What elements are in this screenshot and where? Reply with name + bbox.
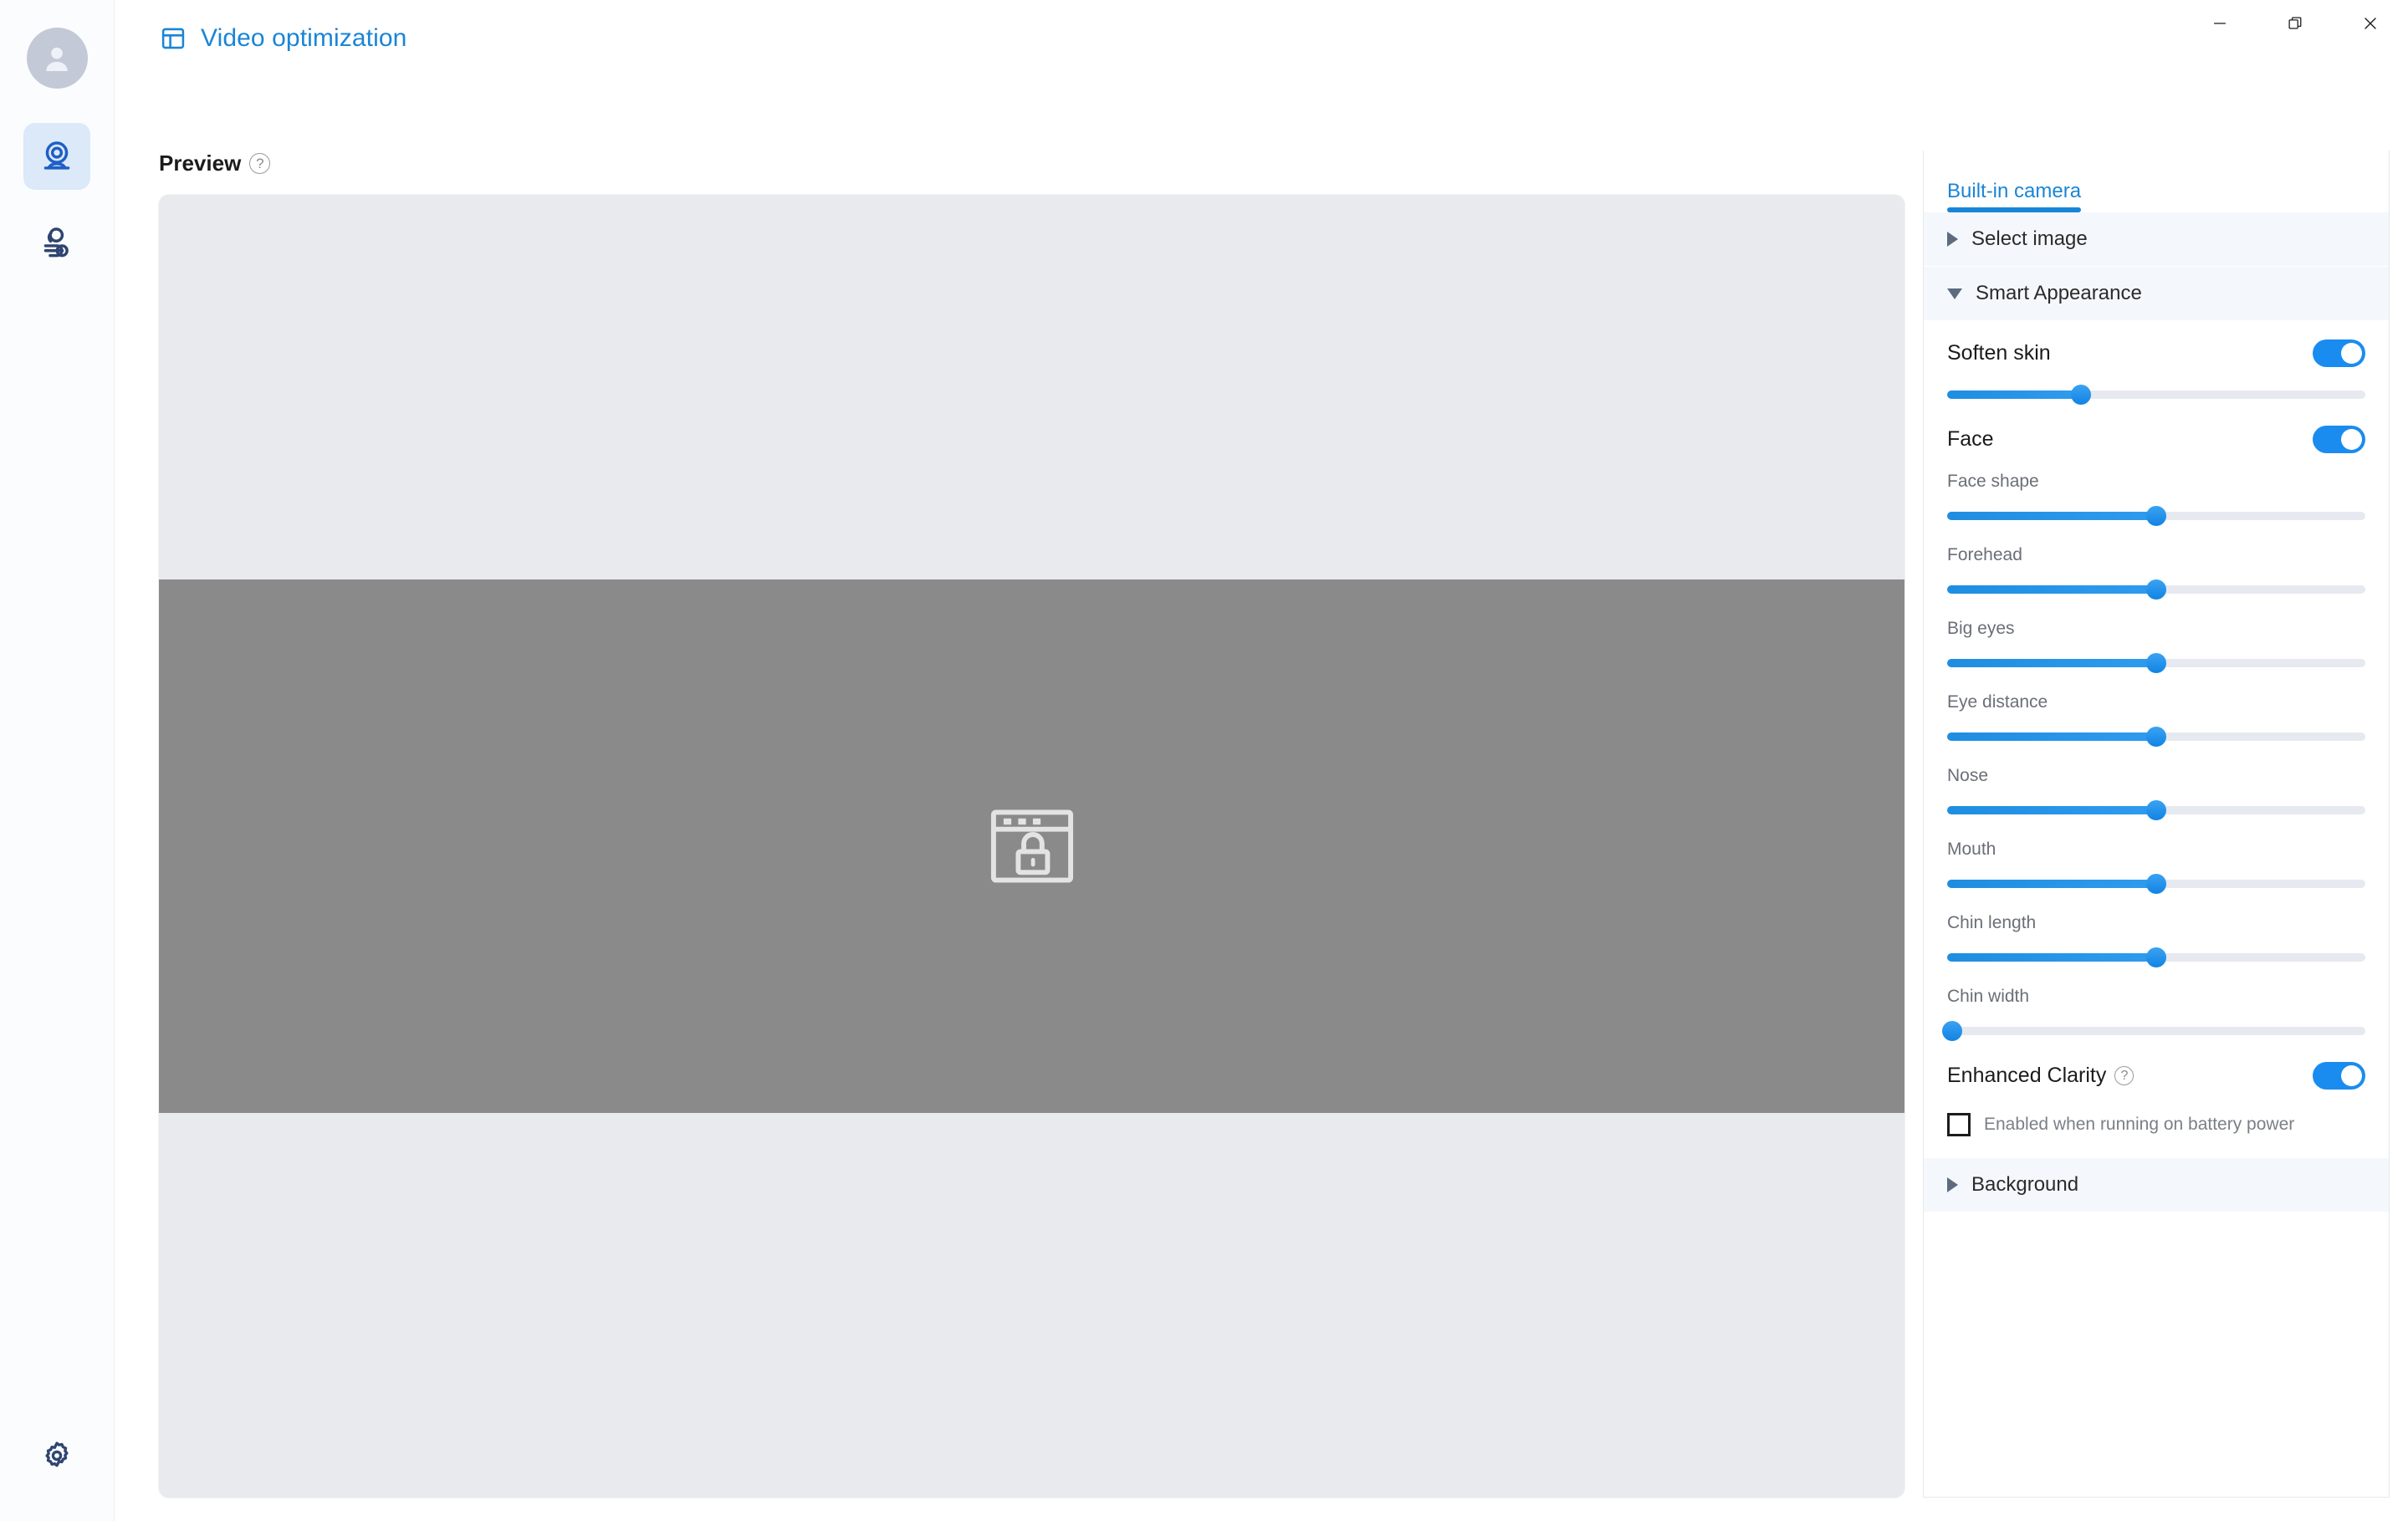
video-placeholder-area xyxy=(159,579,1904,1113)
eye-distance-label: Eye distance xyxy=(1947,692,2048,712)
minimize-icon xyxy=(2213,23,2227,24)
battery-power-checkbox[interactable] xyxy=(1947,1113,1971,1136)
chin-width-slider[interactable] xyxy=(1942,1017,2365,1045)
soften-skin-slider[interactable] xyxy=(1947,380,2365,409)
content-split: Preview ? Built-in camera Select image S… xyxy=(115,70,2408,1521)
slider-fill xyxy=(1947,732,2156,741)
preview-pane: Preview ? xyxy=(115,151,1923,1521)
slider-thumb[interactable] xyxy=(2146,727,2166,747)
slider-fill xyxy=(1947,512,2156,520)
webcam-icon xyxy=(43,141,70,170)
enhanced-clarity-help-icon[interactable]: ? xyxy=(2114,1066,2134,1085)
chin-width-label: Chin width xyxy=(1947,987,2030,1006)
slider-thumb[interactable] xyxy=(2146,947,2166,967)
soften-skin-label: Soften skin xyxy=(1947,341,2051,365)
app-header: Video optimization xyxy=(115,0,2408,70)
mouth-label: Mouth xyxy=(1947,840,1996,859)
battery-power-checkbox-label: Enabled when running on battery power xyxy=(1984,1115,2295,1134)
section-select-image[interactable]: Select image xyxy=(1924,212,2389,267)
preview-help-icon[interactable]: ? xyxy=(249,153,271,174)
big-eyes-label: Big eyes xyxy=(1947,619,2015,638)
row-enhanced-clarity: Enhanced Clarity ? xyxy=(1947,1045,2365,1093)
rail-bottom xyxy=(0,1426,114,1486)
slider-thumb[interactable] xyxy=(2146,800,2166,820)
window-lock-icon xyxy=(990,809,1073,883)
left-rail xyxy=(0,0,115,1521)
soften-skin-toggle[interactable] xyxy=(2313,339,2365,367)
person-effects-icon xyxy=(43,227,69,258)
toggle-knob xyxy=(2341,429,2362,450)
enhanced-clarity-label-wrap: Enhanced Clarity ? xyxy=(1947,1064,2134,1088)
avatar[interactable] xyxy=(26,28,88,89)
preview-box xyxy=(159,195,1904,1498)
forehead-slider[interactable] xyxy=(1947,575,2365,604)
eye-distance-slider[interactable] xyxy=(1947,722,2365,751)
row-face: Face xyxy=(1947,409,2365,457)
smart-appearance-body: Soften skin Face Face shape Forehead Big… xyxy=(1924,321,2389,1158)
chin-length-slider[interactable] xyxy=(1947,943,2365,972)
section-smart-appearance-label: Smart Appearance xyxy=(1976,282,2142,304)
section-smart-appearance[interactable]: Smart Appearance xyxy=(1924,267,2389,321)
enhanced-clarity-toggle[interactable] xyxy=(2313,1062,2365,1090)
sidebar-item-person-effects[interactable] xyxy=(23,210,90,277)
tab-built-in-camera[interactable]: Built-in camera xyxy=(1947,180,2082,212)
nose-label: Nose xyxy=(1947,766,1989,785)
slider-fill xyxy=(1947,880,2156,888)
layout-panel-icon xyxy=(161,28,185,49)
close-button[interactable] xyxy=(2333,0,2408,47)
slider-thumb[interactable] xyxy=(1942,1021,1962,1041)
page-title: Video optimization xyxy=(201,24,407,52)
slider-fill xyxy=(1947,390,2081,399)
slider-track xyxy=(1947,1027,2365,1035)
slider-thumb[interactable] xyxy=(2146,506,2166,526)
slider-thumb[interactable] xyxy=(2146,874,2166,894)
panel-tabs: Built-in camera xyxy=(1924,151,2389,212)
toggle-knob xyxy=(2341,1065,2362,1086)
panel-scroll[interactable]: Select image Smart Appearance Soften ski… xyxy=(1924,212,2389,1497)
main-area: Video optimization Preview ? Built-in ca… xyxy=(115,0,2408,1521)
chevron-down-icon xyxy=(1947,288,1962,299)
chin-length-label: Chin length xyxy=(1947,913,2037,932)
minimize-button[interactable] xyxy=(2182,0,2257,47)
restore-icon xyxy=(2288,17,2302,29)
big-eyes-slider[interactable] xyxy=(1947,649,2365,677)
enhanced-clarity-label: Enhanced Clarity xyxy=(1947,1064,2107,1087)
toggle-knob xyxy=(2341,343,2362,364)
chevron-right-icon xyxy=(1947,1177,1958,1192)
settings-panel: Built-in camera Select image Smart Appea… xyxy=(1923,151,2390,1498)
section-background[interactable]: Background xyxy=(1924,1158,2389,1212)
window-controls xyxy=(2182,0,2408,52)
slider-thumb[interactable] xyxy=(2146,653,2166,673)
face-shape-label: Face shape xyxy=(1947,472,2039,491)
preview-label: Preview xyxy=(159,151,242,176)
app-window: Video optimization Preview ? Built-in ca… xyxy=(0,0,2408,1521)
user-avatar-icon xyxy=(46,47,68,71)
slider-fill xyxy=(1947,585,2156,594)
face-shape-slider[interactable] xyxy=(1947,502,2365,530)
close-icon xyxy=(2365,18,2376,29)
forehead-label: Forehead xyxy=(1947,545,2022,564)
slider-fill xyxy=(1947,953,2156,962)
slider-fill xyxy=(1947,659,2156,667)
slider-thumb[interactable] xyxy=(2071,385,2091,405)
slider-thumb[interactable] xyxy=(2146,579,2166,600)
section-background-label: Background xyxy=(1971,1173,2079,1196)
slider-fill xyxy=(1947,806,2156,814)
preview-header: Preview ? xyxy=(159,151,1904,176)
sidebar-item-webcam[interactable] xyxy=(23,123,90,190)
nose-slider[interactable] xyxy=(1947,796,2365,824)
chevron-right-icon xyxy=(1947,232,1958,247)
gear-icon xyxy=(45,1442,69,1467)
section-select-image-label: Select image xyxy=(1971,227,2088,250)
battery-power-checkbox-row[interactable]: Enabled when running on battery power xyxy=(1947,1093,2365,1158)
face-label: Face xyxy=(1947,427,1994,451)
row-soften-skin: Soften skin xyxy=(1947,321,2365,370)
face-toggle[interactable] xyxy=(2313,426,2365,453)
restore-button[interactable] xyxy=(2257,0,2333,47)
mouth-slider[interactable] xyxy=(1947,870,2365,898)
sidebar-item-settings[interactable] xyxy=(27,1426,87,1486)
